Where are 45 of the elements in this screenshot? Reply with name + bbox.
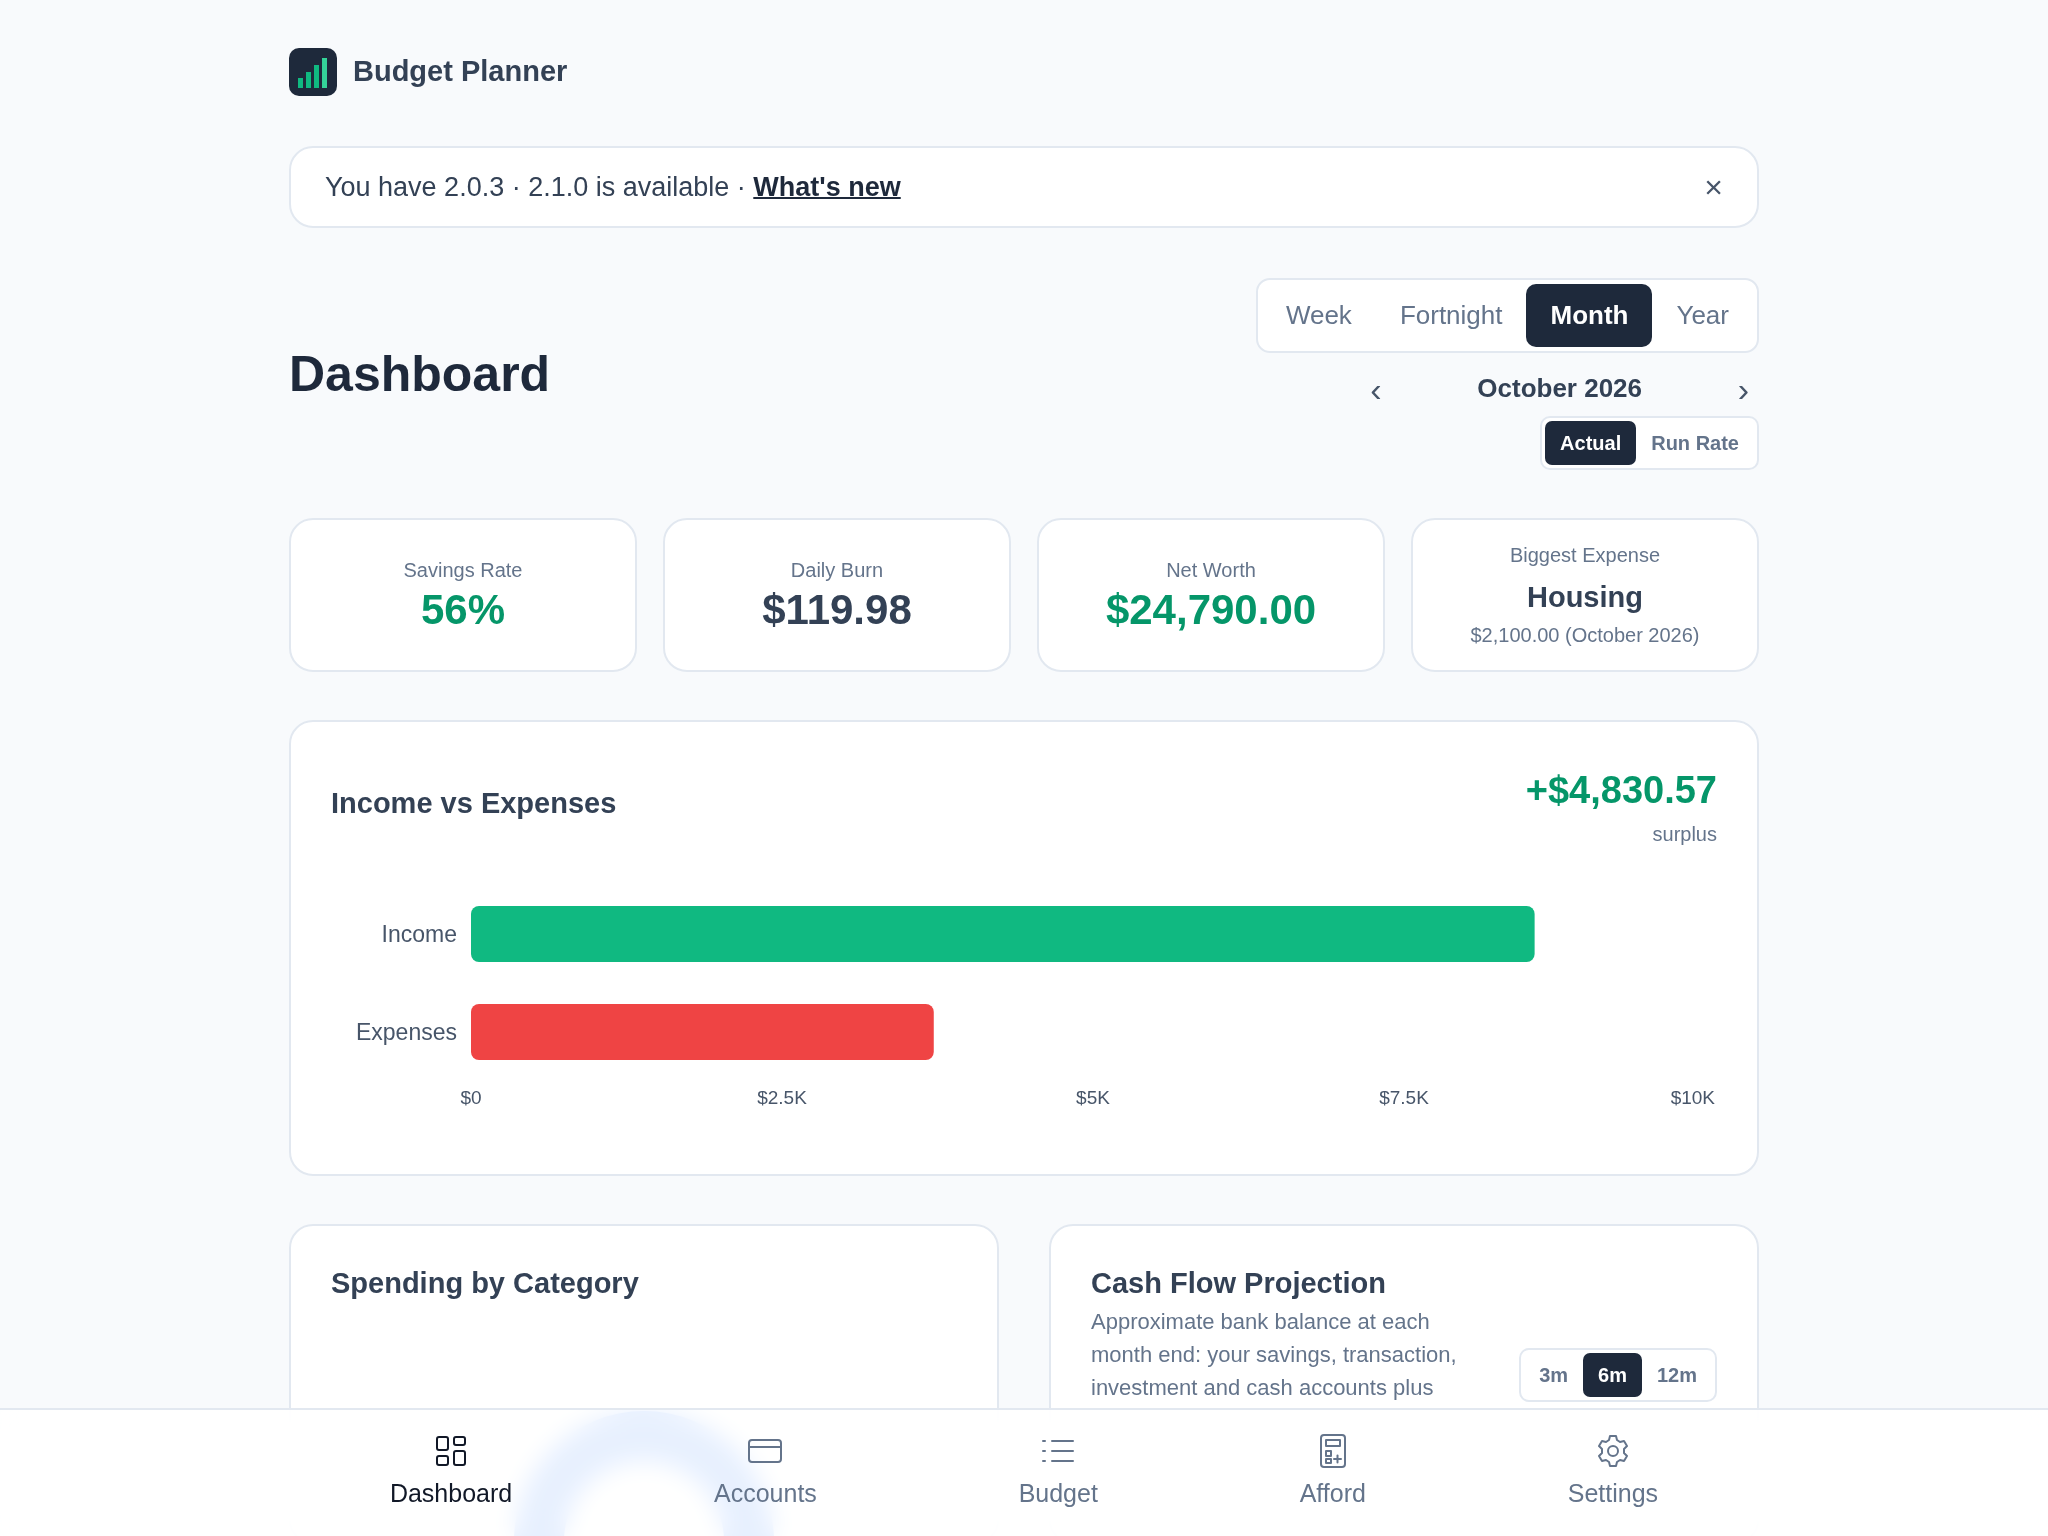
nav-tab[interactable]: Afford <box>1299 1433 1366 1513</box>
mode-tab[interactable]: Actual <box>1545 421 1637 465</box>
next-button[interactable]: › <box>1727 371 1759 406</box>
period-tab[interactable]: Year <box>1652 284 1753 347</box>
surplus-amount: +$4,830.57 <box>1525 768 1717 813</box>
period-tab[interactable]: Week <box>1261 284 1376 347</box>
card-description: Approximate bank balance at each month end: your savings, transaction, investment and cash accounts plus <box>1091 1307 1458 1402</box>
nav-tab[interactable]: Accounts <box>714 1433 817 1513</box>
axis-tick-label: $10K <box>1670 1087 1715 1108</box>
axis-tick-label: $5K <box>1076 1087 1110 1108</box>
nav-tab[interactable]: Budget <box>1018 1433 1098 1513</box>
whats-new-link[interactable]: What's new <box>753 171 901 202</box>
card-title: Cash Flow Projection <box>1091 1266 1387 1301</box>
nav-tab[interactable]: Settings <box>1567 1433 1659 1513</box>
stat-label: Net Worth <box>1166 557 1256 583</box>
stat-value: 56% <box>420 584 506 635</box>
mode-tab[interactable]: Run Rate <box>1636 421 1754 465</box>
period-tab[interactable]: Fortnight <box>1375 284 1527 347</box>
category-label: Expenses <box>356 1019 457 1045</box>
axis-tick-label: $0 <box>460 1087 482 1108</box>
app-title: Budget Planner <box>353 54 568 90</box>
stat-label: Daily Burn <box>790 557 884 583</box>
nav-tab[interactable]: Dashboard <box>389 1433 513 1513</box>
stat-value: $24,790.00 <box>1105 584 1317 635</box>
axis-tick-label: $7.5K <box>1379 1087 1429 1108</box>
page-title: Dashboard <box>289 345 551 404</box>
range-tab[interactable]: 3m <box>1524 1352 1584 1397</box>
previous-button[interactable]: ‹ <box>1360 371 1392 406</box>
axis-tick-label: $2.5K <box>757 1087 807 1108</box>
card-title: Spending by Category <box>331 1266 640 1301</box>
period-tab[interactable]: Month <box>1526 284 1653 347</box>
close-button[interactable]: × <box>1704 171 1723 203</box>
update-message: You have 2.0.3 · 2.1.0 is available · What's new <box>325 170 901 204</box>
app-logo-icon <box>289 48 337 96</box>
stat-detail: $2,100.00 (October 2026) <box>1470 622 1700 648</box>
range-tab[interactable]: 6m <box>1583 1352 1642 1397</box>
stat-value: $119.98 <box>762 584 912 635</box>
surplus-caption: surplus <box>1652 822 1717 847</box>
category-label: Income <box>381 921 457 947</box>
stat-label: Biggest Expense <box>1509 543 1661 569</box>
period-label: October 2026 <box>1476 372 1644 405</box>
stat-value: Housing <box>1527 580 1643 616</box>
range-tab[interactable]: 12m <box>1641 1352 1712 1397</box>
stat-label: Savings Rate <box>403 557 523 583</box>
chart-title: Income vs Expenses <box>331 786 617 821</box>
